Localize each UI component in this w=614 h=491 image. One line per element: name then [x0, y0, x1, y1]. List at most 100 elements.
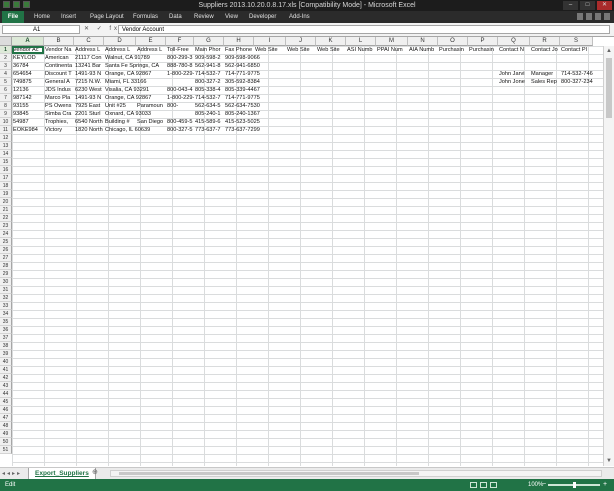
row-header-33[interactable]: 33: [0, 302, 12, 310]
table-cell[interactable]: 800-327-2345: [560, 78, 593, 86]
close-workbook-icon[interactable]: [604, 13, 610, 20]
row-header-51[interactable]: 51: [0, 446, 12, 454]
column-header-a[interactable]: A: [12, 37, 44, 46]
table-cell[interactable]: KEYLOD: [12, 54, 44, 62]
formula-input[interactable]: Vendor Account: [118, 25, 610, 34]
row-header-47[interactable]: 47: [0, 414, 12, 422]
table-cell[interactable]: Continenta: [44, 62, 74, 70]
new-sheet-icon[interactable]: ⊕: [92, 469, 100, 477]
table-cell[interactable]: EOKE984: [12, 126, 44, 134]
table-cell[interactable]: Orange, CA 92867: [104, 70, 166, 78]
column-header-l[interactable]: L: [346, 37, 376, 46]
table-cell[interactable]: 1820 North: [74, 126, 104, 134]
row-header-34[interactable]: 34: [0, 310, 12, 318]
table-cell[interactable]: Paramoun: [136, 102, 166, 110]
table-cell[interactable]: 800-043-4: [166, 86, 194, 94]
row-header-4[interactable]: 4: [0, 70, 12, 78]
table-cell[interactable]: John Jone: [498, 78, 530, 86]
row-header-21[interactable]: 21: [0, 206, 12, 214]
column-header-d[interactable]: D: [104, 37, 136, 46]
restore-icon[interactable]: [595, 13, 601, 20]
table-cell[interactable]: Manager: [530, 70, 560, 78]
name-box[interactable]: A1: [2, 25, 80, 34]
row-header-5[interactable]: 5: [0, 78, 12, 86]
vertical-scrollbar[interactable]: ▲ ▼: [603, 46, 614, 466]
row-header-42[interactable]: 42: [0, 374, 12, 382]
table-cell[interactable]: Oxnard, CA 93033: [104, 110, 194, 118]
select-all-corner[interactable]: [0, 37, 12, 46]
row-header-3[interactable]: 3: [0, 62, 12, 70]
table-cell[interactable]: 805-339-4467: [224, 86, 593, 94]
table-cell[interactable]: 54987: [12, 118, 44, 126]
table-cell[interactable]: 1-800-229-: [166, 70, 194, 78]
table-cell[interactable]: San Diego: [136, 118, 166, 126]
normal-view-icon[interactable]: [470, 482, 477, 488]
maximize-button[interactable]: □: [580, 1, 595, 10]
scroll-down-icon[interactable]: ▼: [605, 457, 613, 465]
table-cell[interactable]: Trophies,: [44, 118, 74, 126]
column-header-r[interactable]: R: [530, 37, 560, 46]
column-header-c[interactable]: C: [74, 37, 104, 46]
row-header-32[interactable]: 32: [0, 294, 12, 302]
table-cell[interactable]: 305-592-8384: [224, 78, 498, 86]
header-cell[interactable]: ASI Numb: [346, 46, 376, 54]
table-cell[interactable]: PS Owens: [44, 102, 74, 110]
table-cell[interactable]: 415-589-6: [194, 118, 224, 126]
table-cell[interactable]: 800-299-3: [166, 54, 194, 62]
table-cell[interactable]: 749875: [12, 78, 44, 86]
header-cell[interactable]: Purchasin: [438, 46, 468, 54]
header-cell[interactable]: Vendor Ac: [12, 46, 44, 54]
row-header-7[interactable]: 7: [0, 94, 12, 102]
table-cell[interactable]: Sales Rep: [530, 78, 560, 86]
header-cell[interactable]: Web Site: [286, 46, 316, 54]
minimize-button[interactable]: –: [563, 1, 578, 10]
table-cell[interactable]: 7925 East: [74, 102, 104, 110]
tab-data[interactable]: Data: [169, 11, 182, 23]
row-header-25[interactable]: 25: [0, 238, 12, 246]
column-header-i[interactable]: I: [254, 37, 286, 46]
table-cell[interactable]: 773-637-7299: [224, 126, 593, 134]
row-header-13[interactable]: 13: [0, 142, 12, 150]
row-header-9[interactable]: 9: [0, 110, 12, 118]
table-cell[interactable]: 909-598-2: [194, 54, 224, 62]
zoom-slider[interactable]: [548, 482, 600, 488]
table-cell[interactable]: 93845: [12, 110, 44, 118]
header-cell[interactable]: Fax Phone: [224, 46, 254, 54]
row-header-45[interactable]: 45: [0, 398, 12, 406]
row-header-50[interactable]: 50: [0, 438, 12, 446]
table-cell[interactable]: 888-780-8: [166, 62, 194, 70]
header-cell[interactable]: Contact Jo: [530, 46, 560, 54]
row-header-23[interactable]: 23: [0, 222, 12, 230]
table-cell[interactable]: 800-327-5: [166, 126, 194, 134]
column-header-b[interactable]: B: [44, 37, 74, 46]
row-header-48[interactable]: 48: [0, 422, 12, 430]
table-cell[interactable]: 1491-93 N: [74, 94, 104, 102]
row-header-14[interactable]: 14: [0, 150, 12, 158]
table-cell[interactable]: 714-532-7: [194, 70, 224, 78]
table-cell[interactable]: Miami, FL 33166: [104, 78, 194, 86]
header-cell[interactable]: Toll-Free: [166, 46, 194, 54]
row-header-39[interactable]: 39: [0, 350, 12, 358]
table-cell[interactable]: 800-: [166, 102, 194, 110]
tab-page-layout[interactable]: Page Layout: [90, 11, 124, 23]
row-header-49[interactable]: 49: [0, 430, 12, 438]
table-cell[interactable]: 13241 Bar: [74, 62, 104, 70]
header-cell[interactable]: AIA Numb: [408, 46, 438, 54]
row-header-40[interactable]: 40: [0, 358, 12, 366]
column-header-o[interactable]: O: [438, 37, 468, 46]
table-cell[interactable]: Victory: [44, 126, 74, 134]
table-cell[interactable]: 1491-93 N: [74, 70, 104, 78]
table-cell[interactable]: Orange, CA 92867: [104, 94, 166, 102]
row-header-41[interactable]: 41: [0, 366, 12, 374]
table-cell[interactable]: Discount T: [44, 70, 74, 78]
column-header-h[interactable]: H: [224, 37, 254, 46]
header-cell[interactable]: Web Site: [316, 46, 346, 54]
tab-formulas[interactable]: Formulas: [133, 11, 158, 23]
table-cell[interactable]: 800-459-5: [166, 118, 194, 126]
table-cell[interactable]: 773-637-7: [194, 126, 224, 134]
table-cell[interactable]: 805-240-1367: [224, 110, 593, 118]
row-header-37[interactable]: 37: [0, 334, 12, 342]
row-header-46[interactable]: 46: [0, 406, 12, 414]
tab-file[interactable]: File: [2, 11, 24, 23]
table-cell[interactable]: 800-327-2: [194, 78, 224, 86]
